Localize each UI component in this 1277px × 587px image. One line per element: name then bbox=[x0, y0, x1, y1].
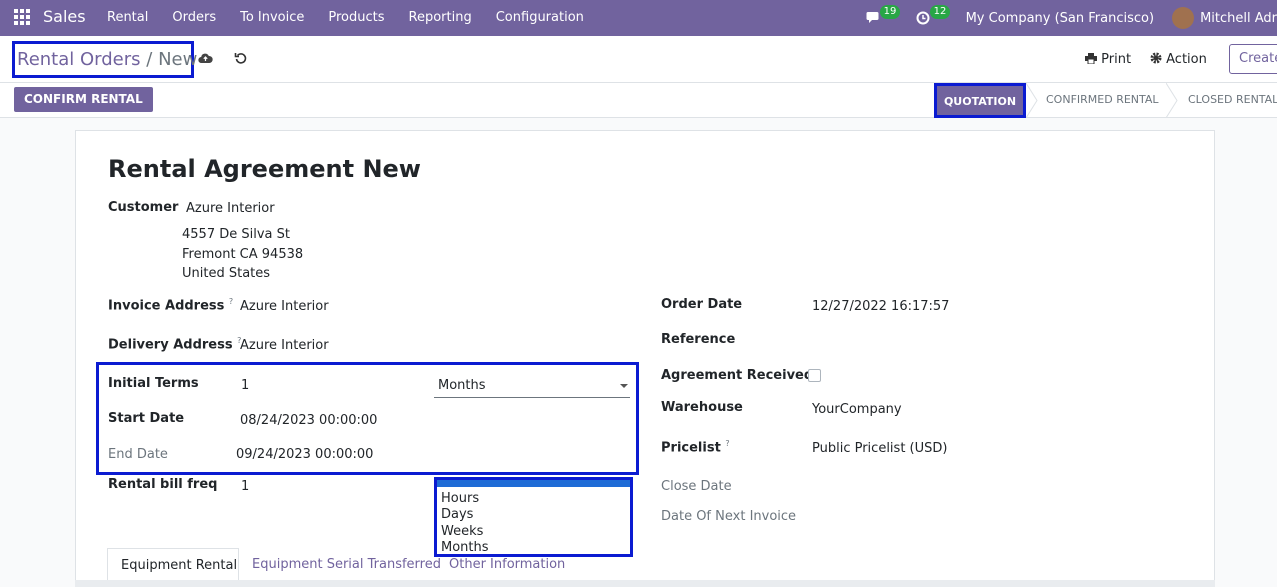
order-date-label: Order Date bbox=[661, 297, 743, 312]
page-title: Rental Agreement New bbox=[108, 155, 421, 183]
control-panel: Rental Orders / New Print Action Create bbox=[0, 36, 1277, 83]
start-date-field[interactable]: 08/24/2023 00:00:00 bbox=[240, 413, 377, 428]
invoice-address-field[interactable]: Azure Interior bbox=[240, 299, 329, 314]
breadcrumb-rental-orders[interactable]: Rental Orders bbox=[17, 49, 141, 70]
user-avatar[interactable] bbox=[1172, 7, 1195, 29]
bill-freq-field[interactable]: 1 bbox=[241, 479, 249, 494]
navbar-systray: 19 12 My Company (San Francisco) Mitchel… bbox=[866, 0, 1277, 36]
top-navbar: Sales Rental Orders To Invoice Products … bbox=[0, 0, 1277, 36]
pricelist-field[interactable]: Public Pricelist (USD) bbox=[812, 441, 947, 456]
warehouse-field[interactable]: YourCompany bbox=[812, 402, 902, 417]
menu-configuration[interactable]: Configuration bbox=[496, 10, 584, 25]
menu-orders[interactable]: Orders bbox=[172, 10, 216, 25]
chat-icon bbox=[866, 11, 881, 28]
menu-to-invoice[interactable]: To Invoice bbox=[240, 10, 304, 25]
messages-button[interactable]: 19 bbox=[866, 5, 901, 28]
order-date-field[interactable]: 12/27/2022 16:17:57 bbox=[812, 299, 949, 314]
warehouse-label: Warehouse bbox=[661, 400, 743, 415]
agreement-received-checkbox[interactable] bbox=[808, 369, 821, 382]
action-button[interactable]: Action bbox=[1150, 52, 1207, 67]
menu-products[interactable]: Products bbox=[328, 10, 384, 25]
tab-other-information[interactable]: Other Information bbox=[449, 557, 565, 572]
create-button[interactable]: Create bbox=[1229, 44, 1277, 74]
company-switcher[interactable]: My Company (San Francisco) bbox=[966, 11, 1154, 26]
cloud-upload-icon[interactable] bbox=[198, 52, 213, 64]
print-button[interactable]: Print bbox=[1085, 52, 1131, 67]
help-icon[interactable]: ? bbox=[725, 439, 729, 448]
caret-down-icon bbox=[620, 384, 628, 388]
delivery-address-field[interactable]: Azure Interior bbox=[240, 338, 329, 353]
initial-terms-label: Initial Terms bbox=[108, 376, 199, 391]
dropdown-option-days[interactable]: Days bbox=[441, 507, 473, 522]
bill-freq-label: Rental bill freq bbox=[108, 477, 218, 492]
activities-count-badge: 12 bbox=[929, 5, 951, 19]
unit-dropdown-list: Hours Days Weeks Months bbox=[434, 477, 633, 557]
printer-icon bbox=[1085, 53, 1097, 65]
action-label: Action bbox=[1166, 52, 1207, 67]
tab-equipment-serial-transferred[interactable]: Equipment Serial Transferred bbox=[252, 557, 441, 572]
dropdown-option-months[interactable]: Months bbox=[441, 540, 489, 555]
main-menu: Rental Orders To Invoice Products Report… bbox=[107, 10, 608, 25]
form-sheet bbox=[75, 130, 1215, 587]
reference-label: Reference bbox=[661, 332, 736, 347]
breadcrumb-separator: / bbox=[146, 49, 153, 70]
customer-address-line: Fremont CA 94538 bbox=[182, 247, 304, 262]
status-bar: CONFIRM RENTAL QUOTATION CONFIRMED RENTA… bbox=[0, 83, 1277, 118]
stage-quotation[interactable]: QUOTATION bbox=[934, 83, 1026, 118]
customer-address-line: United States bbox=[182, 266, 271, 281]
help-icon[interactable]: ? bbox=[229, 297, 233, 306]
initial-terms-unit-value: Months bbox=[438, 378, 486, 393]
stage-divider bbox=[1026, 83, 1038, 118]
customer-field[interactable]: Azure Interior bbox=[186, 201, 275, 216]
tab-equipment-rental[interactable]: Equipment Rental bbox=[107, 548, 239, 580]
dropdown-option-hours[interactable]: Hours bbox=[441, 491, 479, 506]
menu-reporting[interactable]: Reporting bbox=[409, 10, 472, 25]
dropdown-option-weeks[interactable]: Weeks bbox=[441, 524, 483, 539]
user-menu[interactable]: Mitchell Adr bbox=[1200, 11, 1277, 26]
agreement-received-label: Agreement Received? bbox=[661, 368, 821, 383]
print-label: Print bbox=[1101, 52, 1132, 67]
gear-icon bbox=[1150, 52, 1162, 64]
confirm-rental-button[interactable]: CONFIRM RENTAL bbox=[14, 87, 153, 112]
delivery-address-label: Delivery Address ? bbox=[108, 336, 242, 353]
stage-divider bbox=[1166, 83, 1178, 118]
invoice-address-label: Invoice Address ? bbox=[108, 297, 234, 314]
order-lines-table-header bbox=[75, 580, 1215, 587]
menu-rental[interactable]: Rental bbox=[107, 10, 148, 25]
clock-icon bbox=[916, 11, 930, 29]
dropdown-selected-bar bbox=[437, 480, 630, 487]
end-date-label: End Date bbox=[108, 447, 168, 462]
end-date-field[interactable]: 09/24/2023 00:00:00 bbox=[236, 447, 373, 462]
apps-grid-icon[interactable] bbox=[14, 9, 30, 25]
app-name[interactable]: Sales bbox=[43, 7, 86, 26]
stage-closed-rental[interactable]: CLOSED RENTAL bbox=[1188, 93, 1277, 106]
stage-confirmed-rental[interactable]: CONFIRMED RENTAL bbox=[1046, 93, 1159, 106]
messages-count-badge: 19 bbox=[879, 5, 901, 19]
close-date-label: Close Date bbox=[661, 479, 732, 494]
initial-terms-unit-select[interactable]: Months bbox=[434, 376, 630, 398]
next-invoice-date-label: Date Of Next Invoice bbox=[661, 509, 797, 524]
customer-address-line: 4557 De Silva St bbox=[182, 227, 290, 242]
initial-terms-field[interactable]: 1 bbox=[241, 378, 249, 393]
activities-button[interactable]: 12 bbox=[916, 5, 951, 29]
breadcrumb: Rental Orders / New bbox=[12, 41, 198, 78]
start-date-label: Start Date bbox=[108, 411, 185, 426]
breadcrumb-current: New bbox=[158, 49, 198, 70]
pricelist-label: Pricelist ? bbox=[661, 439, 730, 456]
undo-icon[interactable] bbox=[234, 51, 248, 65]
customer-label: Customer bbox=[108, 200, 179, 215]
